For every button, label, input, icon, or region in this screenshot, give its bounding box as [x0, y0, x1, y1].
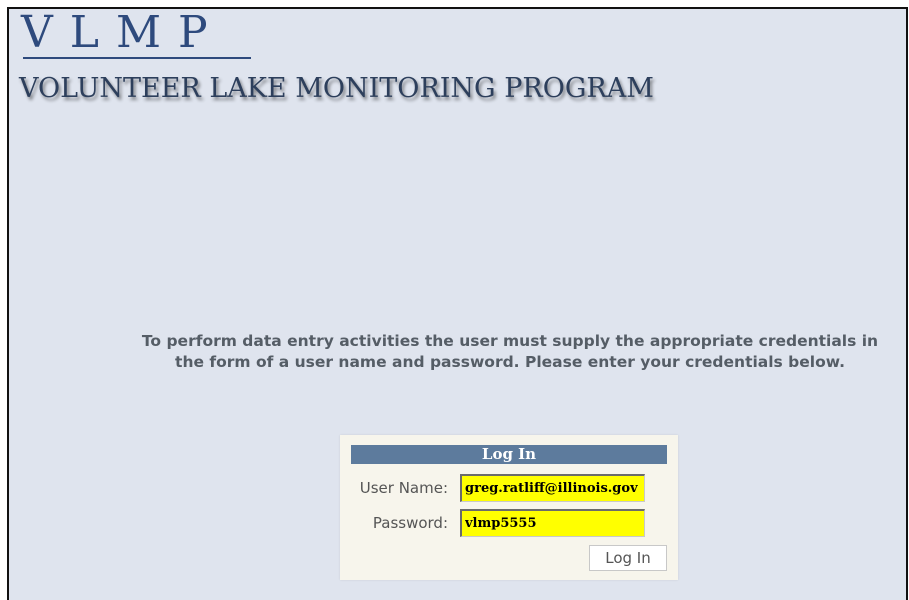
logo-full-name: VOLUNTEER LAKE MONITORING PROGRAM: [19, 73, 654, 104]
login-button[interactable]: Log In: [589, 545, 667, 571]
login-panel-title: Log In: [351, 445, 667, 464]
password-label: Password:: [372, 514, 448, 532]
logo-abbreviation: VLMP: [21, 7, 225, 58]
instructions-text: To perform data entry activities the use…: [141, 332, 879, 371]
username-input[interactable]: [460, 474, 645, 502]
logo-underline: [23, 57, 251, 59]
username-label: User Name:: [359, 479, 448, 497]
page-frame: VLMP VOLUNTEER LAKE MONITORING PROGRAM T…: [7, 7, 908, 600]
login-panel: Log In User Name: Password: Log In: [340, 435, 678, 580]
password-input[interactable]: [460, 509, 645, 537]
